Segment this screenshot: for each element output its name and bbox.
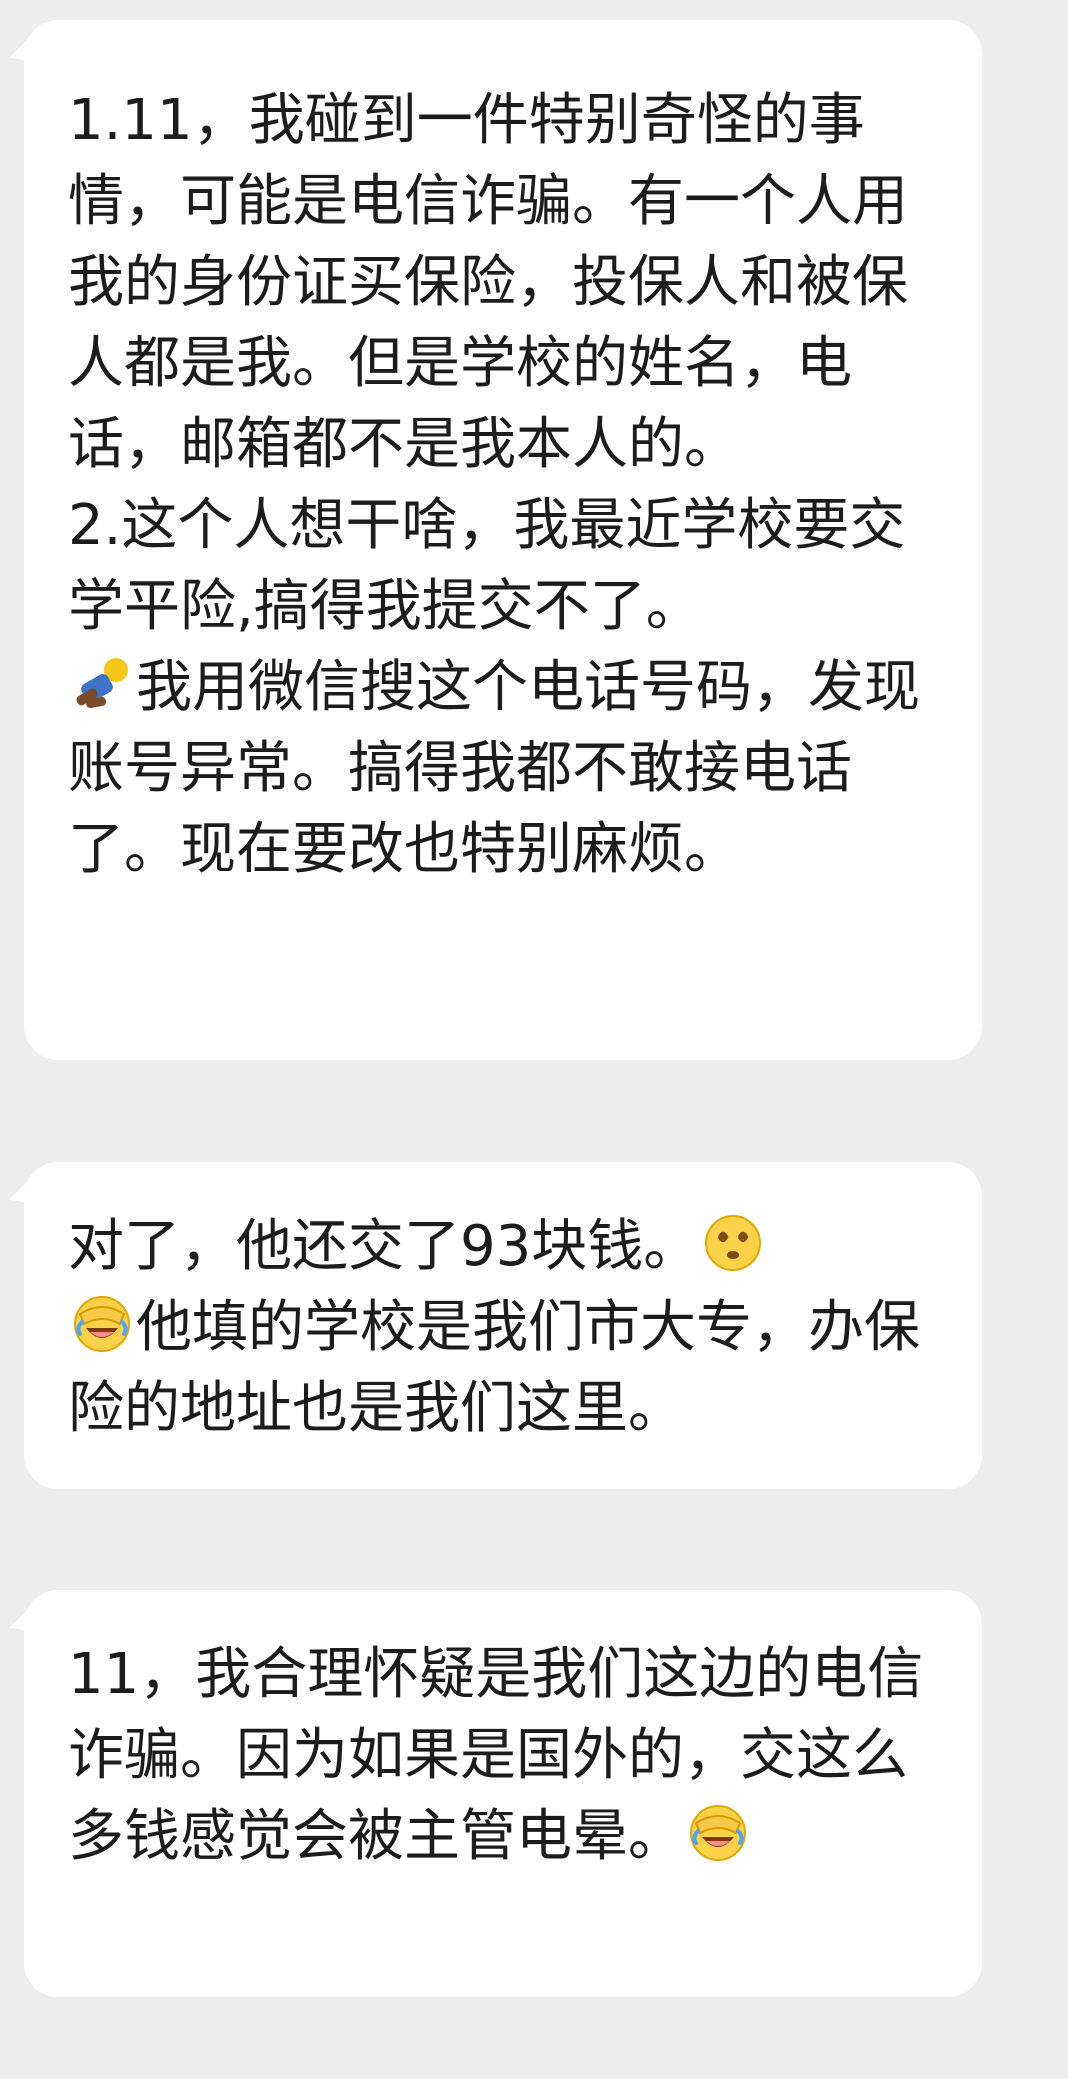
message-text: 11，我合理怀疑是我们这边的电信诈骗。因为如果是国外的，交这么多钱感觉会被主管电…	[68, 1642, 924, 1869]
message-text: 他填的学校是我们市大专，办保险的地址也是我们这里。	[68, 1295, 920, 1441]
message-text: 1.11，我碰到一件特别奇怪的事情，可能是电信诈骗。有一个人用我的身份证买保险，…	[68, 88, 908, 477]
message-text: 2.这个人想干啥，我最近学校要交学平险,搞得我提交不了。	[68, 493, 906, 639]
emoji-facepalm-laugh-icon	[688, 1803, 748, 1863]
message-text: 我用微信搜这个电话号码，发现账号异常。搞得我都不敢接电话了。现在要改也特别麻烦。	[68, 655, 920, 882]
message-text: 对了，他还交了93块钱。	[68, 1214, 700, 1279]
message-bubble[interactable]: 对了，他还交了93块钱。 他填的学校是我们市大专，办保险的地址也是我们这里。	[24, 1162, 982, 1489]
chat-area: 1.11，我碰到一件特别奇怪的事情，可能是电信诈骗。有一个人用我的身份证买保险，…	[0, 0, 1068, 2079]
emoji-facepalm-laugh-icon	[72, 1294, 132, 1354]
message-bubble[interactable]: 1.11，我碰到一件特别奇怪的事情，可能是电信诈骗。有一个人用我的身份证买保险，…	[24, 20, 982, 1060]
message-line: 11，我合理怀疑是我们这边的电信诈骗。因为如果是国外的，交这么多钱感觉会被主管电…	[68, 1634, 942, 1877]
message-line: 他填的学校是我们市大专，办保险的地址也是我们这里。	[68, 1287, 942, 1449]
message-line: 对了，他还交了93块钱。	[68, 1206, 942, 1287]
message-bubble[interactable]: 11，我合理怀疑是我们这边的电信诈骗。因为如果是国外的，交这么多钱感觉会被主管电…	[24, 1590, 982, 1997]
emoji-dizzy-face-icon	[703, 1213, 763, 1273]
emoji-lying-down-icon	[72, 654, 132, 714]
message-text-with-emoji: 我用微信搜这个电话号码，发现账号异常。搞得我都不敢接电话了。现在要改也特别麻烦。	[68, 647, 942, 890]
